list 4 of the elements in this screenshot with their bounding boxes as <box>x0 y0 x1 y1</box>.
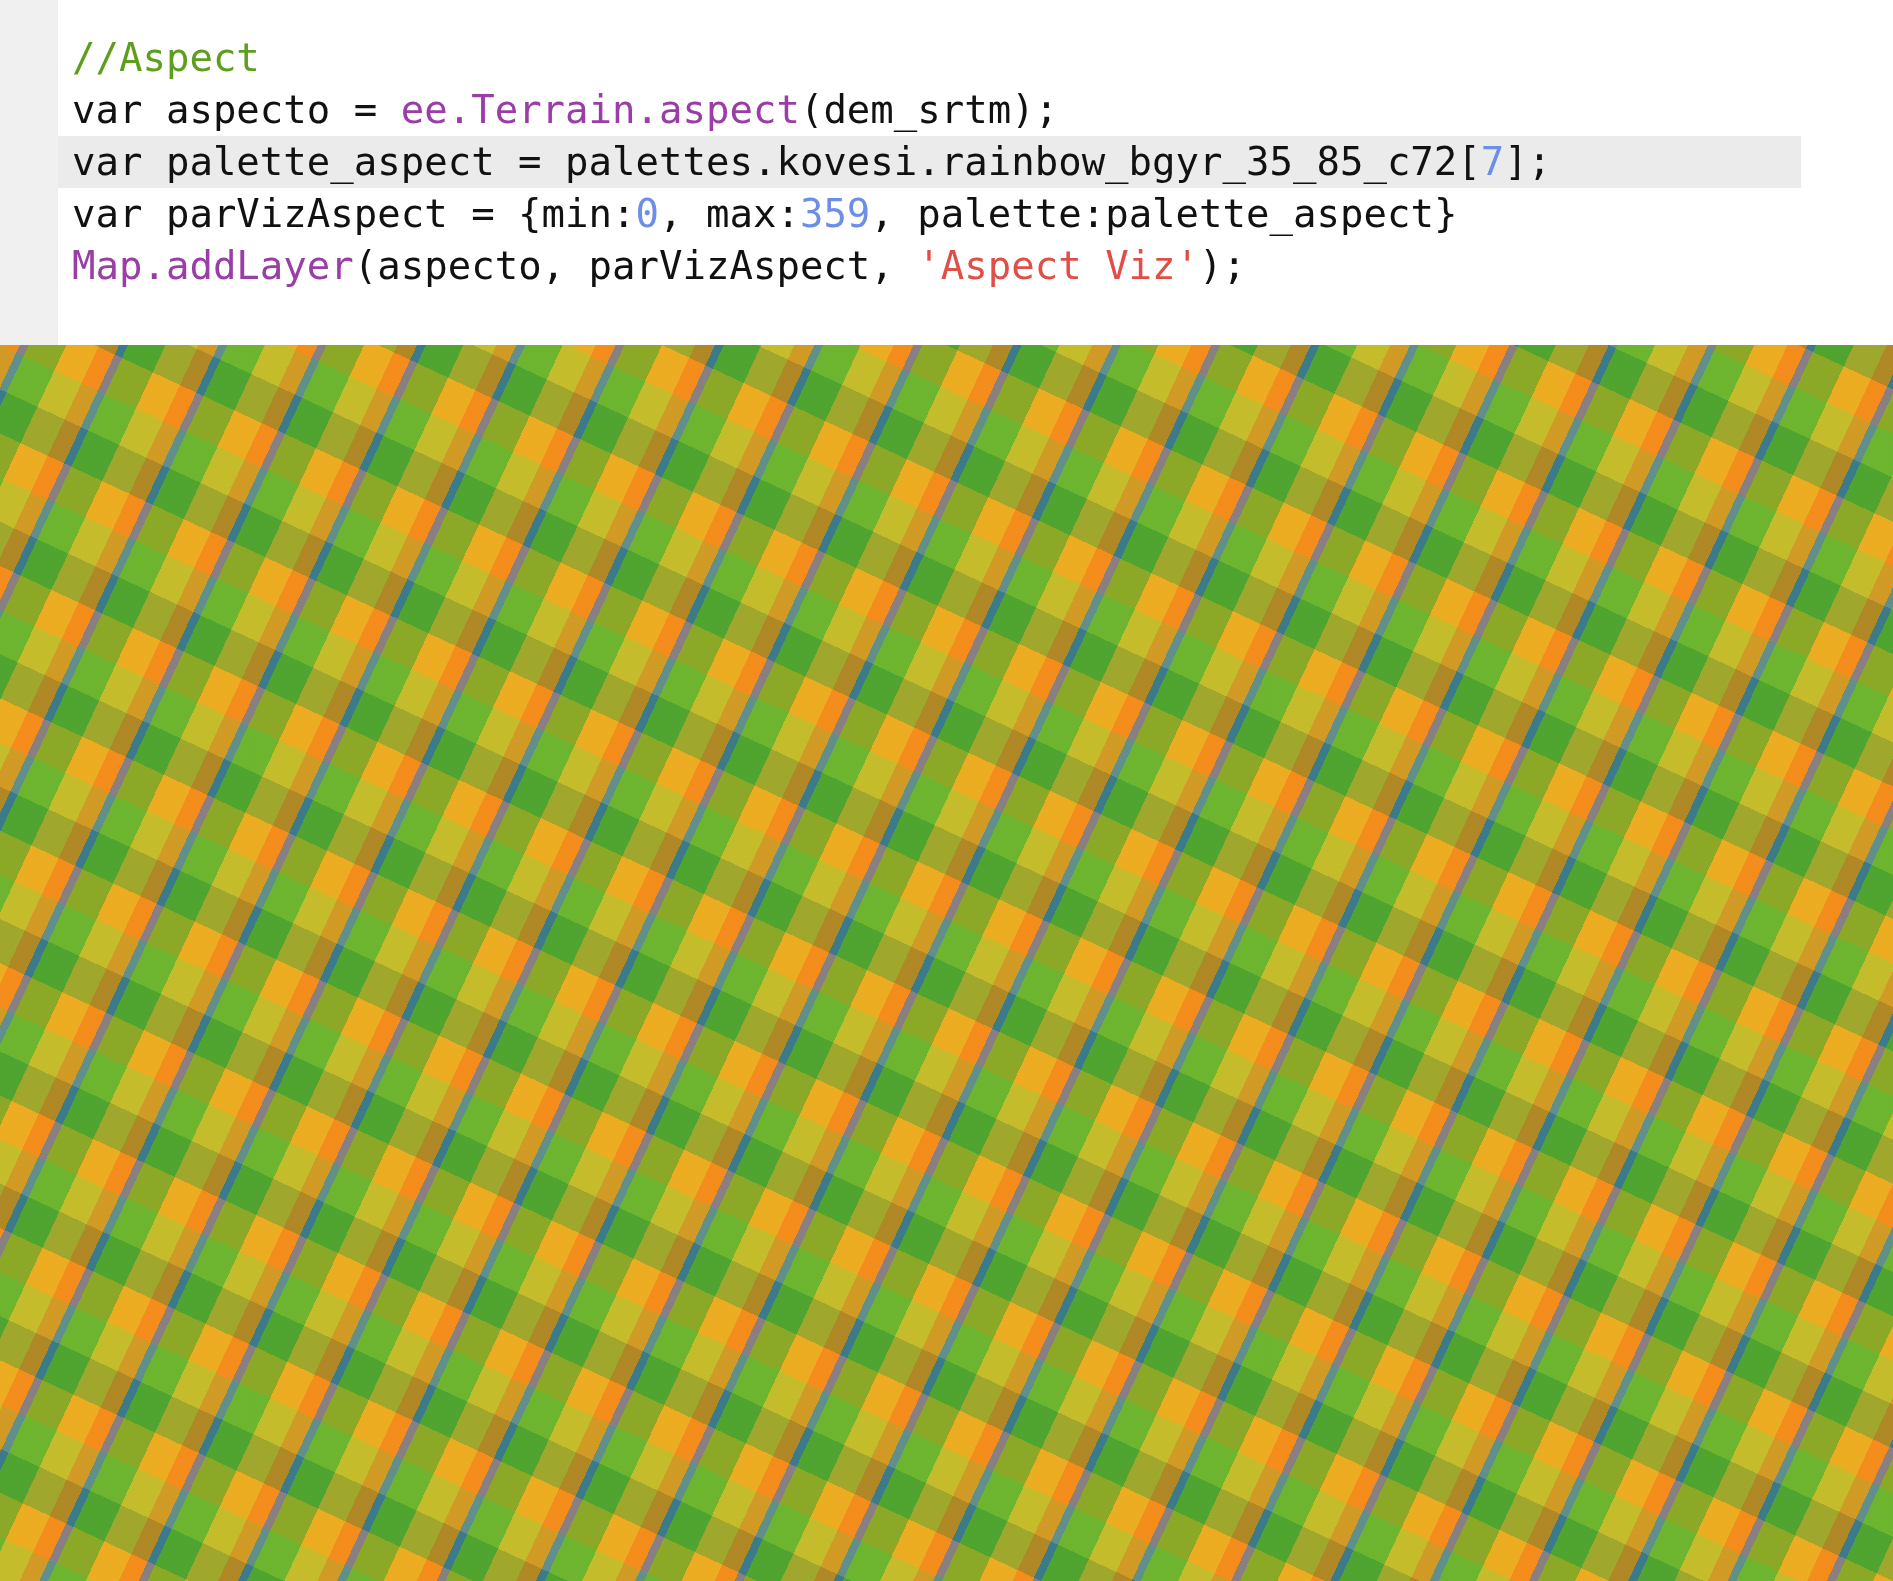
code-line: Map.addLayer(aspecto, parVizAspect, 'Aspect Viz'); <box>71 242 1248 290</box>
code-line: //Aspect <box>71 34 261 82</box>
code-line: var aspecto = ee.Terrain.aspect(dem_srtm); <box>71 86 1060 134</box>
code-line: var parVizAspect = {min:0, max:359, palette:palette_aspect} <box>71 190 1459 238</box>
